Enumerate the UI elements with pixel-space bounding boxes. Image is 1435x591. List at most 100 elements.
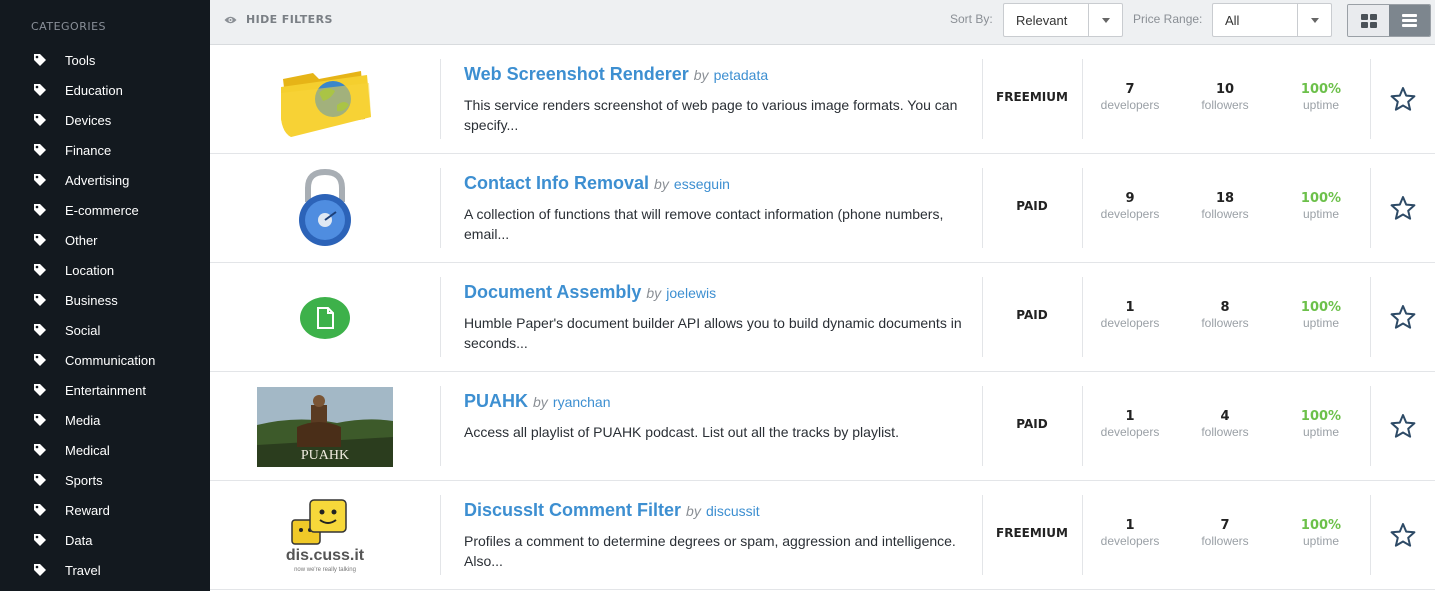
sidebar-item-finance[interactable]: Finance bbox=[0, 135, 210, 165]
star-icon[interactable] bbox=[1390, 522, 1416, 548]
tag-icon bbox=[34, 54, 46, 66]
price-range-select[interactable]: All bbox=[1212, 3, 1332, 37]
api-description: Access all playlist of PUAHK podcast. Li… bbox=[464, 424, 899, 440]
sidebar-item-label: Reward bbox=[65, 502, 110, 518]
list-view-button[interactable] bbox=[1389, 5, 1430, 36]
followers-count: 4 bbox=[1220, 409, 1230, 424]
sidebar-item-tools[interactable]: Tools bbox=[0, 45, 210, 75]
api-thumbnail[interactable]: dis.cuss.it now we're really talking bbox=[210, 481, 440, 590]
divider bbox=[1082, 495, 1083, 575]
by-label: by bbox=[693, 67, 709, 83]
uptime-label: uptime bbox=[1302, 425, 1340, 439]
eye-icon bbox=[224, 16, 237, 23]
pricing-label: PAID bbox=[1016, 199, 1048, 213]
sidebar-item-sports[interactable]: Sports bbox=[0, 465, 210, 495]
star-icon[interactable] bbox=[1390, 86, 1416, 112]
api-title-line: DiscussIt Comment Filter by discussit bbox=[464, 500, 760, 521]
sidebar-item-business[interactable]: Business bbox=[0, 285, 210, 315]
uptime-value: 100% bbox=[1300, 409, 1342, 424]
followers-count: 8 bbox=[1220, 300, 1230, 315]
author-link[interactable]: ryanchan bbox=[553, 394, 611, 410]
hide-filters-button[interactable]: HIDE FILTERS bbox=[224, 0, 333, 39]
api-list: Web Screenshot Renderer by petadata This s… bbox=[210, 45, 1435, 590]
followers-count: 7 bbox=[1220, 518, 1230, 533]
divider bbox=[440, 495, 441, 575]
sidebar-item-education[interactable]: Education bbox=[0, 75, 210, 105]
tag-icon bbox=[34, 204, 46, 216]
divider bbox=[1082, 277, 1083, 357]
by-label: by bbox=[646, 285, 662, 301]
api-title-link[interactable]: Document Assembly bbox=[464, 282, 641, 302]
sidebar-item-media[interactable]: Media bbox=[0, 405, 210, 435]
api-thumbnail[interactable] bbox=[210, 45, 440, 154]
api-title-link[interactable]: PUAHK bbox=[464, 391, 528, 411]
sidebar-item-label: Sports bbox=[65, 472, 103, 488]
view-toggle bbox=[1347, 4, 1431, 37]
developers-label: developers bbox=[1100, 207, 1160, 221]
uptime-label: uptime bbox=[1302, 98, 1340, 112]
api-row: Document Assembly by joelewis Humble Paper… bbox=[210, 263, 1435, 372]
sidebar-item-devices[interactable]: Devices bbox=[0, 105, 210, 135]
sidebar-item-other[interactable]: Other bbox=[0, 225, 210, 255]
uptime-value: 100% bbox=[1300, 518, 1342, 533]
pricing-label: PAID bbox=[1016, 308, 1048, 322]
sidebar-item-travel[interactable]: Travel bbox=[0, 555, 210, 585]
tag-icon bbox=[34, 384, 46, 396]
discussit-logo: dis.cuss.it now we're really talking bbox=[286, 498, 365, 573]
uptime-value: 100% bbox=[1300, 300, 1342, 315]
sidebar-item-reward[interactable]: Reward bbox=[0, 495, 210, 525]
document-icon bbox=[300, 296, 350, 339]
author-link[interactable]: joelewis bbox=[666, 285, 716, 301]
sidebar-item-label: Travel bbox=[65, 562, 101, 578]
tag-icon bbox=[34, 174, 46, 186]
sidebar-item-advertising[interactable]: Advertising bbox=[0, 165, 210, 195]
divider bbox=[1370, 386, 1371, 466]
sidebar-item-communication[interactable]: Communication bbox=[0, 345, 210, 375]
sidebar-item-label: Tools bbox=[65, 52, 96, 68]
sidebar-item-location[interactable]: Location bbox=[0, 255, 210, 285]
followers-stat: 18 followers bbox=[1180, 191, 1270, 221]
author-link[interactable]: esseguin bbox=[674, 176, 730, 192]
api-description: A collection of functions that will remo… bbox=[464, 206, 944, 242]
sidebar-item-medical[interactable]: Medical bbox=[0, 435, 210, 465]
hide-filters-label: HIDE FILTERS bbox=[246, 13, 333, 26]
sidebar-item-e-commerce[interactable]: E-commerce bbox=[0, 195, 210, 225]
sidebar-item-label: Entertainment bbox=[65, 382, 146, 398]
api-row: dis.cuss.it now we're really talking Discu… bbox=[210, 481, 1435, 590]
grid-icon bbox=[1360, 13, 1377, 28]
sidebar-item-label: Education bbox=[65, 82, 123, 98]
uptime-stat: 100% uptime bbox=[1276, 300, 1366, 330]
followers-label: followers bbox=[1201, 425, 1249, 439]
api-thumbnail[interactable] bbox=[210, 263, 440, 372]
author-link[interactable]: petadata bbox=[714, 67, 769, 83]
sidebar-item-social[interactable]: Social bbox=[0, 315, 210, 345]
sidebar-item-label: Other bbox=[65, 232, 98, 248]
star-icon[interactable] bbox=[1390, 304, 1416, 330]
sort-by-select[interactable]: Relevant bbox=[1003, 3, 1123, 37]
developers-stat: 1 developers bbox=[1085, 518, 1175, 548]
api-thumbnail[interactable] bbox=[210, 154, 440, 263]
chevron-down-icon bbox=[1297, 4, 1331, 36]
grid-view-button[interactable] bbox=[1348, 5, 1389, 36]
sidebar-item-entertainment[interactable]: Entertainment bbox=[0, 375, 210, 405]
api-title-link[interactable]: Contact Info Removal bbox=[464, 173, 649, 193]
star-icon[interactable] bbox=[1390, 413, 1416, 439]
sidebar-item-label: Social bbox=[65, 322, 101, 338]
developers-count: 9 bbox=[1125, 191, 1135, 206]
divider bbox=[1370, 495, 1371, 575]
tag-icon bbox=[34, 294, 46, 306]
sidebar-item-label: Business bbox=[65, 292, 118, 308]
sidebar-item-data[interactable]: Data bbox=[0, 525, 210, 555]
tag-icon bbox=[34, 444, 46, 456]
star-icon[interactable] bbox=[1390, 195, 1416, 221]
api-title-link[interactable]: DiscussIt Comment Filter bbox=[464, 500, 681, 520]
uptime-stat: 100% uptime bbox=[1276, 191, 1366, 221]
api-description: Profiles a comment to determine degrees … bbox=[464, 533, 956, 569]
api-title-link[interactable]: Web Screenshot Renderer bbox=[464, 64, 689, 84]
sidebar-item-label: Finance bbox=[65, 142, 112, 158]
followers-count: 18 bbox=[1215, 191, 1235, 206]
author-link[interactable]: discussit bbox=[706, 503, 760, 519]
tag-icon bbox=[34, 564, 46, 576]
api-thumbnail[interactable]: PUAHK bbox=[210, 372, 440, 481]
uptime-stat: 100% uptime bbox=[1276, 518, 1366, 548]
